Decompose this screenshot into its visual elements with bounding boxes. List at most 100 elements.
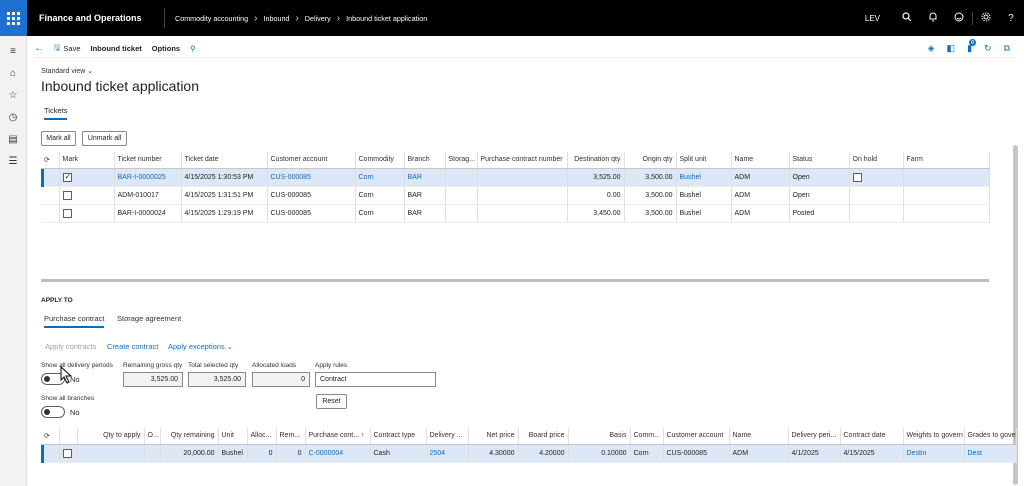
commodity[interactable]: Corn: [355, 186, 405, 205]
col-header[interactable]: On hold: [849, 152, 904, 169]
row-checkbox[interactable]: [62, 448, 72, 458]
col-header[interactable]: Comm...: [630, 428, 664, 445]
mark-cell[interactable]: [59, 168, 115, 187]
search-icon[interactable]: [894, 11, 920, 25]
col-header[interactable]: Rem...: [276, 428, 306, 445]
app-name[interactable]: Finance and Operations: [39, 13, 164, 23]
qty-to-apply[interactable]: [77, 444, 145, 463]
col-header[interactable]: Destination qty: [567, 152, 625, 169]
office-icon[interactable]: ◧: [947, 43, 956, 54]
reset-button[interactable]: Reset: [316, 394, 347, 409]
customer-account[interactable]: CUS-000085: [267, 186, 356, 205]
col-header[interactable]: Grades to govern: [964, 428, 1017, 445]
col-header[interactable]: Origin qty: [624, 152, 677, 169]
app-launcher-icon[interactable]: [0, 0, 27, 36]
breadcrumb-item[interactable]: Inbound: [263, 14, 289, 23]
delivery[interactable]: 2504: [426, 444, 469, 463]
show-all-branches-toggle[interactable]: [41, 406, 65, 418]
diamond-icon[interactable]: ◈: [928, 43, 935, 54]
refresh-icon[interactable]: ⟳: [41, 428, 60, 445]
unmark-all-button[interactable]: Unmark all: [82, 131, 127, 146]
col-header[interactable]: Name: [729, 428, 789, 445]
col-header[interactable]: Weights to govern: [903, 428, 965, 445]
col-header[interactable]: Purchase contract number: [477, 152, 568, 169]
apply-exceptions-button[interactable]: Apply exceptions ⌄: [168, 342, 233, 351]
col-header[interactable]: Alloc...: [247, 428, 277, 445]
col-header[interactable]: Farm: [903, 152, 990, 169]
ticket-number[interactable]: ADM-010017: [114, 186, 182, 205]
tab-tickets[interactable]: Tickets: [44, 106, 68, 120]
refresh-icon[interactable]: ⟳: [41, 152, 60, 169]
view-selector[interactable]: Standard view ⌄: [41, 67, 93, 75]
on-hold-checkbox[interactable]: [852, 172, 862, 182]
breadcrumb-item[interactable]: Commodity accounting: [175, 14, 248, 23]
breadcrumb-item[interactable]: Delivery: [305, 14, 331, 23]
row-checkbox-cell[interactable]: [59, 444, 78, 463]
table-row[interactable]: ADM-010017 4/15/2025 1:31:51 PM CUS-0000…: [41, 186, 990, 205]
col-header[interactable]: Purchase cont... ↑: [305, 428, 371, 445]
col-header[interactable]: Name: [731, 152, 790, 169]
select-all-header[interactable]: [59, 428, 78, 445]
gear-icon[interactable]: [972, 11, 998, 25]
split-unit[interactable]: Bushel: [676, 168, 732, 187]
col-header[interactable]: Branch: [404, 152, 446, 169]
star-icon[interactable]: ☆: [0, 84, 26, 106]
col-header[interactable]: Mark: [59, 152, 115, 169]
col-header[interactable]: Basis: [568, 428, 631, 445]
search-icon[interactable]: ⚲: [190, 44, 196, 53]
on-hold-cell[interactable]: [849, 168, 904, 187]
col-header[interactable]: Ticket number: [114, 152, 182, 169]
company-selector[interactable]: LEV: [865, 14, 880, 23]
apply-contracts-button[interactable]: Apply contracts: [45, 342, 96, 351]
col-header[interactable]: Board price: [518, 428, 569, 445]
apply-rules-field[interactable]: Contract: [315, 372, 436, 387]
split-unit[interactable]: Bushel: [676, 204, 732, 223]
table-row[interactable]: BAR-I-0000024 4/15/2025 1:29:19 PM CUS-0…: [41, 204, 990, 223]
create-contract-button[interactable]: Create contract: [107, 342, 158, 351]
col-header[interactable]: Contract date: [840, 428, 904, 445]
col-header[interactable]: Delivery ...: [426, 428, 469, 445]
mark-cell[interactable]: [59, 204, 115, 223]
branch[interactable]: BAR: [404, 186, 446, 205]
options-tab[interactable]: Options: [152, 44, 180, 53]
hamburger-icon[interactable]: ≡: [0, 40, 26, 62]
col-header[interactable]: Qty remaining: [160, 428, 219, 445]
col-header[interactable]: Commodity: [355, 152, 405, 169]
mark-all-button[interactable]: Mark all: [41, 131, 76, 146]
row-selector[interactable]: [41, 186, 60, 205]
save-button[interactable]: 🖫 Save: [54, 42, 81, 55]
col-header[interactable]: Qty to apply: [77, 428, 145, 445]
branch[interactable]: BAR: [404, 204, 446, 223]
commodity[interactable]: Corn: [355, 168, 405, 187]
inbound-ticket-tab[interactable]: Inbound ticket: [91, 44, 142, 53]
customer-account[interactable]: CUS-000085: [267, 168, 356, 187]
refresh-icon[interactable]: ↻: [984, 43, 992, 54]
col-header[interactable]: Split unit: [676, 152, 732, 169]
col-header[interactable]: Storag...: [445, 152, 478, 169]
home-icon[interactable]: ⌂: [0, 62, 26, 84]
mark-cell[interactable]: [59, 186, 115, 205]
horizontal-scrollbar[interactable]: [41, 279, 989, 282]
back-icon[interactable]: ←: [34, 43, 44, 54]
mark-checkbox[interactable]: [62, 190, 72, 200]
col-header[interactable]: Unit: [218, 428, 248, 445]
grades-to-govern[interactable]: Dest: [964, 444, 1017, 463]
table-row[interactable]: 20,000.00 Bushel 0 0 C-0000004 Cash 2504…: [41, 444, 1017, 463]
col-header[interactable]: Delivery peri...: [788, 428, 841, 445]
table-row[interactable]: BAR-I-0000025 4/15/2025 1:30:53 PM CUS-0…: [41, 168, 990, 187]
attachments-icon[interactable]: ▮ 0: [967, 39, 977, 54]
popout-icon[interactable]: ⧉: [1004, 43, 1010, 54]
tab-purchase-contract[interactable]: Purchase contract: [44, 314, 105, 328]
help-icon[interactable]: ?: [998, 13, 1024, 24]
col-header[interactable]: Status: [789, 152, 850, 169]
clock-icon[interactable]: ◷: [0, 106, 26, 128]
workspace-icon[interactable]: ▤: [0, 128, 26, 150]
customer-account[interactable]: CUS-000085: [267, 204, 356, 223]
row-selector[interactable]: [41, 204, 60, 223]
split-unit[interactable]: Bushel: [676, 186, 732, 205]
weights-to-govern[interactable]: Destin: [903, 444, 965, 463]
list-icon[interactable]: ☰: [0, 150, 26, 172]
branch[interactable]: BAR: [404, 168, 446, 187]
tab-storage-agreement[interactable]: Storage agreement: [117, 314, 181, 323]
col-header[interactable]: O...: [144, 428, 161, 445]
